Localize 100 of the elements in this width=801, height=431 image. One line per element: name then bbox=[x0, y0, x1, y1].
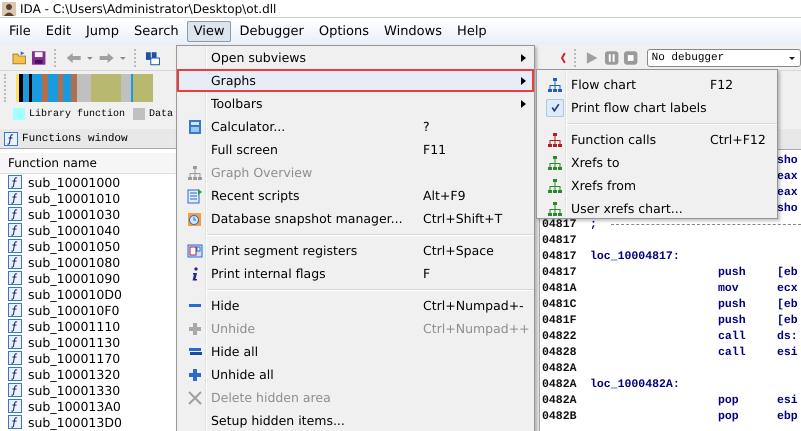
graph-icon bbox=[547, 178, 563, 194]
graph-icon bbox=[547, 154, 563, 170]
menu-item[interactable]: Print internal flags F bbox=[177, 262, 534, 285]
function-name[interactable]: sub_10001010 bbox=[28, 190, 120, 206]
menu-item[interactable]: Xrefs from bbox=[537, 174, 777, 197]
plus-icon bbox=[187, 320, 203, 336]
menu-bar-item[interactable]: Edit bbox=[38, 21, 78, 42]
menu-bar-item[interactable]: Options bbox=[312, 21, 376, 42]
function-icon bbox=[4, 132, 18, 146]
function-icon bbox=[8, 239, 22, 253]
menu-item[interactable]: User xrefs chart... bbox=[537, 197, 777, 220]
function-icon bbox=[8, 223, 22, 237]
function-name[interactable]: sub_100010F0 bbox=[28, 302, 120, 318]
stop-icon[interactable] bbox=[623, 50, 639, 66]
function-name[interactable]: sub_100010D0 bbox=[28, 286, 122, 302]
function-icon bbox=[8, 191, 22, 205]
menu-bar-item[interactable]: Help bbox=[450, 21, 494, 42]
code-address: 04817 bbox=[542, 234, 577, 246]
menu-item[interactable]: Xrefs to bbox=[537, 151, 777, 174]
code-mnemonic: call bbox=[718, 346, 746, 358]
function-icon bbox=[8, 367, 22, 381]
menu-item[interactable]: Function calls Ctrl+F12 bbox=[537, 128, 777, 151]
function-name[interactable]: sub_10001040 bbox=[28, 222, 120, 238]
menu-item[interactable]: Calculator... ? bbox=[177, 115, 534, 138]
function-icon bbox=[8, 415, 22, 429]
code-mnemonic: push bbox=[718, 266, 746, 278]
code-label: loc_10004817: bbox=[590, 250, 680, 262]
code-operand: ds: bbox=[777, 330, 798, 342]
code-address: 04817 bbox=[542, 266, 577, 278]
function-icon bbox=[8, 255, 22, 269]
code-address: 04822 bbox=[542, 330, 577, 342]
function-name[interactable]: sub_100013D0 bbox=[28, 414, 122, 430]
menu-item[interactable]: Recent scripts Alt+F9 bbox=[177, 184, 534, 207]
function-icon bbox=[8, 175, 22, 189]
minus-icon bbox=[189, 304, 201, 308]
plus-icon bbox=[187, 366, 203, 382]
function-name[interactable]: sub_10001330 bbox=[28, 382, 120, 398]
code-operand: ecx bbox=[777, 282, 798, 294]
menu-item[interactable]: Open subviews bbox=[177, 46, 534, 69]
debugger-select[interactable]: No debugger bbox=[646, 48, 801, 66]
menu-item[interactable]: Setup hidden items... bbox=[177, 409, 534, 431]
function-name[interactable]: sub_100013A0 bbox=[28, 398, 121, 414]
function-name[interactable]: sub_10001320 bbox=[28, 366, 120, 382]
code-operand: [eb bbox=[777, 314, 798, 326]
window-title: IDA - C:\Users\Administrator\Desktop\ot.dll bbox=[20, 2, 276, 16]
menu-item[interactable]: Unhide all bbox=[177, 363, 534, 386]
function-icon bbox=[8, 319, 22, 333]
code-mnemonic: pop bbox=[718, 410, 739, 422]
pause-icon[interactable] bbox=[604, 50, 620, 66]
function-name[interactable]: sub_10001030 bbox=[28, 206, 120, 222]
function-name[interactable]: sub_10001050 bbox=[28, 238, 120, 254]
code-address: 0482B bbox=[542, 410, 577, 422]
code-operand: eax bbox=[777, 186, 798, 198]
menu-item[interactable]: Database snapshot manager... Ctrl+Shift+T bbox=[177, 207, 534, 230]
code-mnemonic: push bbox=[718, 298, 746, 310]
app-icon bbox=[2, 2, 16, 16]
menu-bar-item[interactable]: View bbox=[186, 21, 232, 42]
function-icon bbox=[8, 271, 22, 285]
code-address: 0481C bbox=[542, 298, 577, 310]
menu-item[interactable]: Toolbars bbox=[177, 92, 534, 115]
menu-item[interactable]: Print segment registers Ctrl+Space bbox=[177, 239, 534, 262]
menu-bar-item[interactable]: Debugger bbox=[232, 21, 311, 42]
function-icon bbox=[8, 383, 22, 397]
menu-item[interactable]: Print flow chart labels bbox=[537, 96, 777, 119]
menu-item[interactable]: Hide all bbox=[177, 340, 534, 363]
code-operand: esi bbox=[777, 346, 798, 358]
menu-bar-item[interactable]: Jump bbox=[78, 21, 126, 42]
function-icon bbox=[8, 303, 22, 317]
save-icon[interactable] bbox=[31, 50, 47, 66]
menu-item[interactable]: Flow chart F12 bbox=[537, 73, 777, 96]
column-header[interactable]: Function name bbox=[0, 153, 176, 174]
function-name[interactable]: sub_10001110 bbox=[28, 318, 120, 334]
code-operand: [eb bbox=[777, 298, 798, 310]
code-label: loc_1000482A: bbox=[590, 378, 680, 390]
code-mnemonic: pop bbox=[718, 394, 739, 406]
function-name[interactable]: sub_10001130 bbox=[28, 334, 120, 350]
info-icon bbox=[191, 266, 199, 282]
script-icon bbox=[187, 188, 203, 204]
code-address: 0481F bbox=[542, 314, 577, 326]
code-operand: [eb bbox=[777, 266, 798, 278]
function-name[interactable]: sub_10001000 bbox=[28, 174, 120, 190]
function-name[interactable]: sub_10001170 bbox=[28, 350, 120, 366]
menu-item[interactable]: Hide Ctrl+Numpad+- bbox=[177, 294, 534, 317]
function-icon bbox=[8, 335, 22, 349]
minus-icon bbox=[188, 348, 202, 355]
menu-bar-item[interactable]: Windows bbox=[377, 21, 450, 42]
code-operand: sho bbox=[777, 202, 798, 214]
play-icon[interactable] bbox=[584, 50, 600, 66]
menu-item[interactable]: Full screen F11 bbox=[177, 138, 534, 161]
code-mnemonic: mov bbox=[718, 282, 739, 294]
menu-item[interactable]: Graphs bbox=[177, 69, 534, 92]
menu-bar-item[interactable]: File bbox=[2, 21, 38, 42]
code-operand: sho bbox=[777, 154, 798, 166]
graph-icon bbox=[547, 76, 563, 92]
code-address: 0482A bbox=[542, 362, 577, 374]
function-name[interactable]: sub_10001090 bbox=[28, 270, 120, 286]
legend-label: Data bbox=[149, 108, 174, 120]
graph-icon bbox=[547, 200, 563, 216]
menu-bar-item[interactable]: Search bbox=[126, 21, 186, 42]
function-name[interactable]: sub_10001080 bbox=[28, 254, 120, 270]
